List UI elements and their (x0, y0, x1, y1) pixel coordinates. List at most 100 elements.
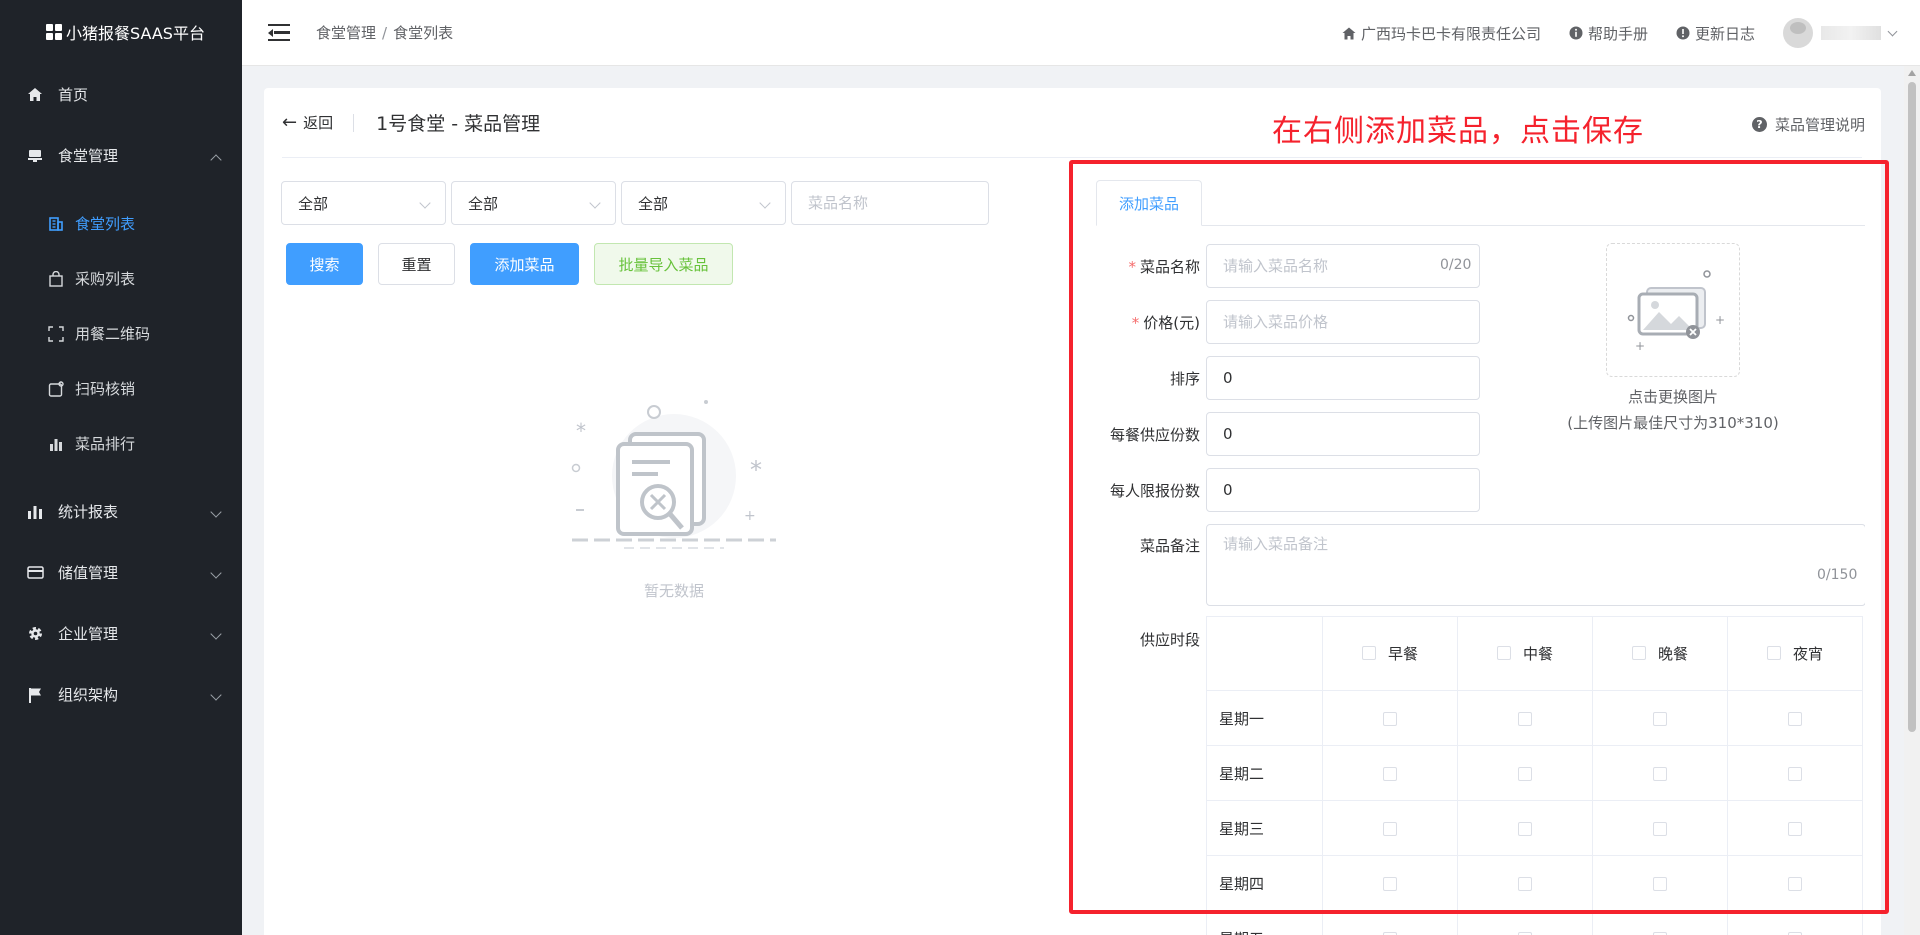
sidebar-item-label: 统计报表 (58, 503, 119, 521)
info-icon (1569, 26, 1583, 40)
page-title: 1号食堂 - 菜品管理 (376, 113, 541, 135)
sidebar-item-label: 首页 (58, 86, 89, 104)
empty-data-illustration-icon: * * + (571, 400, 776, 549)
menu-toggle-icon[interactable] (268, 23, 290, 42)
empty-state-text: 暂无数据 (643, 582, 704, 600)
filter-select-2[interactable]: 全部 (451, 181, 616, 225)
chevron-down-icon (210, 688, 222, 701)
canteen-submenu: 食堂列表 采购列表 用餐二维码 扫码核销 菜品排行 (0, 186, 242, 481)
back-label: 返回 (303, 114, 334, 132)
breadcrumb-item: 食堂列表 (393, 24, 454, 42)
filter-select-1[interactable]: 全部 (281, 181, 446, 225)
action-buttons: 搜索 重置 添加菜品 批量导入菜品 (286, 243, 748, 285)
table-row: 星期五 (1206, 910, 1863, 935)
alert-icon (1676, 26, 1690, 40)
sidebar-item-meal-qrcode[interactable]: 用餐二维码 (0, 306, 242, 361)
chevron-down-icon (589, 197, 601, 209)
help-manual-link[interactable]: 帮助手册 (1569, 23, 1648, 44)
flag-icon (26, 686, 44, 704)
home-icon (1342, 27, 1356, 39)
day-meal-checkbox[interactable] (1653, 931, 1667, 935)
add-dish-button[interactable]: 添加菜品 (470, 243, 579, 285)
breadcrumb-separator: / (382, 24, 388, 42)
dish-name-search-input[interactable] (791, 181, 989, 225)
svg-text:*: * (750, 456, 762, 484)
page-scrollbar[interactable] (1904, 66, 1920, 935)
select-value: 全部 (638, 194, 669, 213)
username-redacted (1821, 26, 1881, 40)
sidebar-item-organization[interactable]: 组织架构 (0, 664, 242, 725)
building-icon (48, 216, 64, 232)
company-link[interactable]: 广西玛卡巴卡有限责任公司 (1342, 23, 1541, 44)
dish-management-help-link[interactable]: ? 菜品管理说明 (1751, 114, 1865, 135)
gear-icon (26, 625, 44, 643)
reset-button[interactable]: 重置 (378, 243, 455, 285)
chevron-down-icon (1887, 26, 1898, 36)
sidebar-item-label: 菜品排行 (75, 435, 136, 453)
filter-bar: 全部 全部 全部 (281, 181, 989, 225)
question-icon: ? (1751, 117, 1767, 132)
home-icon (26, 86, 44, 104)
chevron-down-icon (210, 627, 222, 640)
chevron-down-icon (419, 197, 431, 209)
scroll-thumb[interactable] (1908, 82, 1916, 732)
top-header: 食堂管理 / 食堂列表 广西玛卡巴卡有限责任公司 帮助手册 更新日志 (242, 0, 1920, 66)
header-actions: 广西玛卡巴卡有限责任公司 帮助手册 更新日志 (1342, 0, 1920, 66)
select-value: 全部 (468, 194, 499, 213)
chevron-down-icon (759, 197, 771, 209)
day-meal-checkbox[interactable] (1788, 931, 1802, 935)
canteen-icon (26, 147, 44, 165)
sidebar-item-label: 企业管理 (58, 625, 119, 643)
chevron-up-icon (210, 153, 222, 166)
search-button[interactable]: 搜索 (286, 243, 363, 285)
user-menu[interactable] (1783, 18, 1898, 48)
svg-text:*: * (576, 419, 586, 443)
shopping-bag-icon (48, 270, 64, 287)
highlight-frame (1069, 160, 1889, 914)
empty-state: * * + 暂无数据 (554, 398, 794, 601)
svg-text:+: + (744, 508, 756, 524)
sidebar-item-reports[interactable]: 统计报表 (0, 481, 242, 542)
sidebar-item-dish-ranking[interactable]: 菜品排行 (0, 416, 242, 471)
sidebar: 小猪报餐SAAS平台 首页 食堂管理 食堂列表 采购列表 用餐二维码 扫码核销 … (0, 0, 242, 935)
back-button[interactable]: ← 返回 (282, 111, 355, 133)
sidebar-item-purchase-list[interactable]: 采购列表 (0, 251, 242, 306)
breadcrumb-item[interactable]: 食堂管理 (316, 24, 376, 42)
sidebar-item-label: 食堂列表 (75, 215, 136, 233)
filter-select-3[interactable]: 全部 (621, 181, 786, 225)
chevron-down-icon (210, 505, 222, 518)
chart-icon (26, 503, 44, 521)
sidebar-item-label: 扫码核销 (75, 380, 136, 398)
day-meal-checkbox[interactable] (1518, 931, 1532, 935)
sidebar-item-label: 组织架构 (58, 686, 119, 704)
select-value: 全部 (298, 194, 329, 213)
app-title: 小猪报餐SAAS平台 (66, 24, 205, 43)
sidebar-item-stored-value[interactable]: 储值管理 (0, 542, 242, 603)
qrcode-icon (48, 325, 64, 342)
sidebar-item-label: 储值管理 (58, 564, 119, 582)
scroll-up-arrow-icon[interactable] (1908, 70, 1916, 76)
grid-logo-icon (46, 24, 62, 40)
sidebar-item-canteen-management[interactable]: 食堂管理 (0, 125, 242, 186)
avatar (1783, 18, 1813, 48)
sidebar-item-label: 采购列表 (75, 270, 136, 288)
changelog-link[interactable]: 更新日志 (1676, 23, 1755, 44)
batch-import-button[interactable]: 批量导入菜品 (594, 243, 733, 285)
help-link-label: 菜品管理说明 (1774, 116, 1865, 134)
day-meal-checkbox[interactable] (1383, 931, 1397, 935)
sidebar-item-scan-verify[interactable]: 扫码核销 (0, 361, 242, 416)
sidebar-item-home[interactable]: 首页 (0, 64, 242, 125)
brand[interactable]: 小猪报餐SAAS平台 (0, 0, 242, 64)
company-name: 广西玛卡巴卡有限责任公司 (1360, 24, 1541, 43)
sidebar-item-canteen-list[interactable]: 食堂列表 (0, 196, 242, 251)
sidebar-item-enterprise[interactable]: 企业管理 (0, 603, 242, 664)
breadcrumb: 食堂管理 / 食堂列表 (316, 22, 453, 43)
sidebar-item-label: 用餐二维码 (75, 325, 151, 343)
help-manual-label: 帮助手册 (1587, 24, 1648, 43)
card-icon (26, 564, 44, 582)
arrow-left-icon: ← (282, 111, 298, 133)
scan-icon (48, 380, 64, 397)
day-label: 星期五 (1206, 910, 1323, 935)
bar-chart-icon (48, 436, 64, 452)
instruction-annotation: 在右侧添加菜品，点击保存 (1272, 114, 1644, 149)
